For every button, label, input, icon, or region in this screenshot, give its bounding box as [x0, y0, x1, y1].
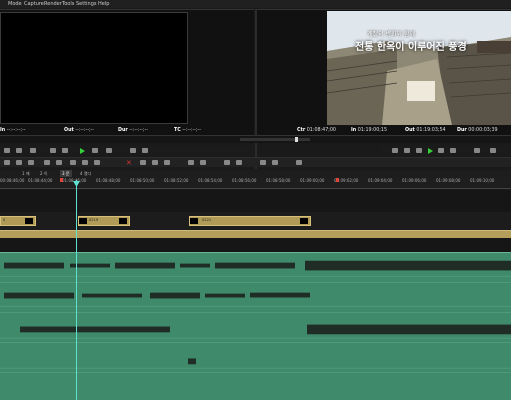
clip-handle[interactable] [119, 218, 127, 224]
scrub-track[interactable] [240, 138, 310, 141]
delete-icon[interactable]: ✕ [126, 159, 132, 167]
program-monitor: 계절의 변화와 함께 전통 한옥이 이루어진 풍경 Ctr 01:08:47;0… [257, 9, 511, 135]
play-icon[interactable] [428, 148, 433, 154]
rewind-icon[interactable] [62, 148, 68, 153]
ruler-label: 01:08:52;00 [164, 178, 189, 183]
audio-icon[interactable] [236, 160, 242, 165]
marker-out[interactable] [336, 178, 339, 182]
clip-label: 0219 [89, 218, 99, 222]
stop-icon[interactable] [392, 148, 398, 153]
video-clip[interactable]: 0219 [78, 216, 130, 226]
redo-icon[interactable] [56, 160, 62, 165]
ruler-label: 01:09:08;00 [436, 178, 461, 183]
folder-icon[interactable] [16, 160, 22, 165]
source-in-timecode: In --:--:--;-- [0, 128, 26, 133]
scrub-handle[interactable] [295, 137, 298, 142]
caption-small: 계절의 변화와 함께 [367, 31, 415, 38]
clip-handle[interactable] [79, 218, 87, 224]
paste-icon[interactable] [94, 160, 100, 165]
source-preview [0, 12, 188, 124]
program-dur-timecode: Dur 00:00:03;39 [457, 128, 498, 133]
program-in-timecode: In 01:19:00;15 [351, 128, 387, 133]
menu-tools[interactable]: Tools [62, 0, 74, 8]
marker-in[interactable] [60, 178, 63, 182]
menu-help[interactable]: Help [98, 0, 109, 8]
program-transport [380, 146, 511, 155]
settings-icon[interactable] [296, 160, 302, 165]
ruler-label: 01:08:50;00 [130, 178, 155, 183]
forward-icon[interactable] [450, 148, 456, 153]
ruler-label: 01:09:00;00 [300, 178, 325, 183]
save-icon[interactable] [28, 160, 34, 165]
forward-icon[interactable] [92, 148, 98, 153]
tab-1[interactable]: 1 에 [22, 170, 30, 177]
overwrite-icon[interactable] [142, 148, 148, 153]
menu-bar: Mode Capture Render Tools Settings Help [0, 0, 511, 8]
mark-in-icon[interactable] [4, 148, 10, 153]
select-tool-icon[interactable] [4, 160, 10, 165]
video-clip[interactable]: 0 [0, 216, 36, 226]
scrub-bar[interactable] [0, 135, 511, 143]
timeline-toolbar: ✕ [0, 157, 511, 167]
clip-label: 0 [3, 218, 6, 222]
insert-icon[interactable] [130, 148, 136, 153]
clip-handle[interactable] [190, 218, 198, 224]
rewind-icon[interactable] [404, 148, 410, 153]
mark-out-icon[interactable] [16, 148, 22, 153]
tab-3[interactable]: 3 문 [60, 170, 72, 177]
sequence-tabs: 1 에 2 이 3 문 4 열다 [0, 170, 511, 177]
step-forward-icon[interactable] [438, 148, 444, 153]
step-back-icon[interactable] [416, 148, 422, 153]
playhead[interactable] [76, 180, 77, 400]
link-icon[interactable] [188, 160, 194, 165]
hanok-village-image [327, 11, 511, 125]
group-icon[interactable] [200, 160, 206, 165]
program-out-timecode: Out 01:19:03;54 [405, 128, 446, 133]
copy-icon[interactable] [82, 160, 88, 165]
goto-out-icon[interactable] [490, 148, 496, 153]
source-tc-timecode: TC --:--:--;-- [174, 128, 202, 133]
cut-icon[interactable] [70, 160, 76, 165]
program-ctr-timecode: Ctr 01:08:47;00 [297, 128, 336, 133]
source-monitor: In --:--:--;-- Out --:--:--;-- Dur --:--… [0, 9, 254, 135]
clip-handle[interactable] [300, 218, 308, 224]
marker-icon[interactable] [164, 160, 170, 165]
goto-in-icon[interactable] [474, 148, 480, 153]
menu-mode[interactable]: Mode [8, 0, 22, 8]
tab-2[interactable]: 2 이 [40, 170, 48, 177]
ruler-label: 01:08:48;00 [96, 178, 121, 183]
ruler-label: 01:09:06;00 [402, 178, 427, 183]
ruler-label: 01:08:58;00 [266, 178, 291, 183]
play-icon[interactable] [80, 148, 85, 154]
clip-handle[interactable] [25, 218, 33, 224]
split-icon[interactable] [140, 160, 146, 165]
source-dur-timecode: Dur --:--:--;-- [118, 128, 148, 133]
stop-icon[interactable] [50, 148, 56, 153]
video-clip[interactable]: 0221 [189, 216, 311, 226]
clip-label: 0221 [202, 218, 212, 222]
menu-render[interactable]: Render [44, 0, 62, 8]
ruler-label: 01:08:54;00 [198, 178, 223, 183]
ruler-label: 01:09:04;00 [368, 178, 393, 183]
ruler-label: 01:08:56;00 [232, 178, 257, 183]
export-icon[interactable] [272, 160, 278, 165]
ruler-label: 01:09:10;00 [470, 178, 495, 183]
clear-icon[interactable] [30, 148, 36, 153]
snap-icon[interactable] [224, 160, 230, 165]
menu-capture[interactable]: Capture [24, 0, 44, 8]
menu-settings[interactable]: Settings [76, 0, 97, 8]
source-transport [0, 146, 255, 155]
render-icon[interactable] [260, 160, 266, 165]
ruler-label: 00:08:46;00 [0, 178, 25, 183]
undo-icon[interactable] [44, 160, 50, 165]
caption-large: 전통 한옥이 이루어진 풍경 [355, 42, 467, 53]
tab-4[interactable]: 4 열다 [80, 170, 91, 177]
ripple-icon[interactable] [152, 160, 158, 165]
program-preview: 계절의 변화와 함께 전통 한옥이 이루어진 풍경 [327, 11, 511, 125]
ruler-label: 01:08:44;00 [28, 178, 53, 183]
loop-icon[interactable] [106, 148, 112, 153]
source-out-timecode: Out --:--:--;-- [64, 128, 95, 133]
